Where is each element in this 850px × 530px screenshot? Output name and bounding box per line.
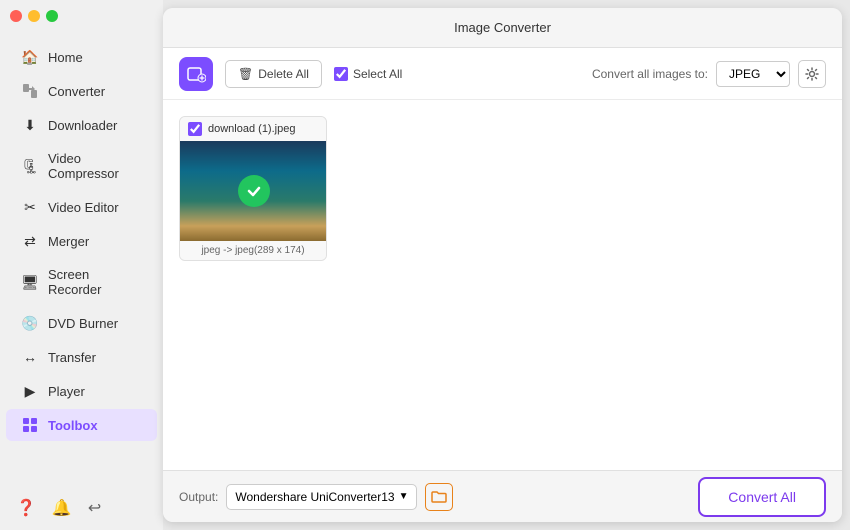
sidebar-label-merger: Merger: [48, 234, 89, 249]
sidebar-item-screen-recorder[interactable]: 🖥 Screen Recorder: [6, 259, 157, 305]
content-area: download (1).jpeg jpeg -> jpeg(289 x 174…: [163, 100, 842, 470]
notifications-icon[interactable]: 🔔: [52, 498, 72, 518]
minimize-button[interactable]: [28, 10, 40, 22]
main-panel: Image Converter 🗑 Delete All Select All …: [163, 8, 842, 522]
select-all-label[interactable]: Select All: [334, 67, 402, 81]
sidebar-item-video-compressor[interactable]: 🗜 Video Compressor: [6, 143, 157, 189]
sidebar-item-converter[interactable]: Converter: [6, 75, 157, 107]
output-path-text: Wondershare UniConverter13: [235, 490, 394, 504]
screen-recorder-icon: 🖥: [22, 274, 38, 290]
convert-all-button[interactable]: Convert All: [698, 477, 826, 517]
format-select[interactable]: JPEG PNG BMP TIFF WEBP: [716, 61, 790, 87]
sidebar-item-home[interactable]: 🏠 Home: [6, 41, 157, 73]
sidebar-bottom: ❓ 🔔 ↩: [0, 486, 163, 530]
settings-button[interactable]: [798, 60, 826, 88]
sidebar-item-merger[interactable]: ⇄ Merger: [6, 225, 157, 257]
image-filename: download (1).jpeg: [208, 123, 295, 135]
sidebar-item-dvd-burner[interactable]: 💿 DVD Burner: [6, 307, 157, 339]
delete-all-button[interactable]: 🗑 Delete All: [225, 60, 322, 88]
sidebar-label-toolbox: Toolbox: [48, 418, 98, 433]
sidebar-label-converter: Converter: [48, 84, 105, 99]
dvd-burner-icon: 💿: [22, 315, 38, 331]
add-image-button[interactable]: [179, 57, 213, 91]
convert-images-label: Convert all images to:: [592, 67, 708, 81]
sidebar-label-downloader: Downloader: [48, 118, 117, 133]
select-all-checkbox[interactable]: [334, 67, 348, 81]
merger-icon: ⇄: [22, 233, 38, 249]
toolbar-left: 🗑 Delete All Select All: [179, 57, 402, 91]
sidebar-item-transfer[interactable]: ↔ Transfer: [6, 341, 157, 373]
help-icon[interactable]: ❓: [16, 498, 36, 518]
delete-all-label: Delete All: [258, 67, 309, 81]
sidebar-label-player: Player: [48, 384, 85, 399]
image-card-footer: jpeg -> jpeg(289 x 174): [180, 241, 326, 260]
toolbar-right: Convert all images to: JPEG PNG BMP TIFF…: [592, 60, 826, 88]
titlebar: Image Converter: [163, 8, 842, 48]
sidebar-label-video-editor: Video Editor: [48, 200, 119, 215]
output-label: Output:: [179, 490, 218, 504]
downloader-icon: ⬇: [22, 117, 38, 133]
check-circle-icon: [238, 175, 270, 207]
footer: Output: Wondershare UniConverter13 ▼ Con…: [163, 470, 842, 522]
home-icon: 🏠: [22, 49, 38, 65]
trash-icon: 🗑: [238, 67, 253, 81]
image-preview: [180, 141, 327, 241]
sidebar-label-screen-recorder: Screen Recorder: [48, 267, 141, 297]
sidebar-label-video-compressor: Video Compressor: [48, 151, 141, 181]
sidebar-label-dvd-burner: DVD Burner: [48, 316, 118, 331]
output-path-select[interactable]: Wondershare UniConverter13 ▼: [226, 484, 417, 510]
feedback-icon[interactable]: ↩: [88, 498, 101, 518]
transfer-icon: ↔: [22, 349, 38, 365]
player-icon: ▶: [22, 383, 38, 399]
toolbox-icon: [22, 417, 38, 433]
convert-all-label: Convert All: [728, 489, 796, 505]
sidebar-item-downloader[interactable]: ⬇ Downloader: [6, 109, 157, 141]
image-card[interactable]: download (1).jpeg jpeg -> jpeg(289 x 174…: [179, 116, 327, 261]
chevron-down-icon: ▼: [399, 491, 409, 502]
image-card-header: download (1).jpeg: [180, 117, 326, 141]
converter-icon: [22, 83, 38, 99]
sidebar-item-player[interactable]: ▶ Player: [6, 375, 157, 407]
video-compressor-icon: 🗜: [22, 158, 38, 174]
close-button[interactable]: [10, 10, 22, 22]
sidebar-label-home: Home: [48, 50, 83, 65]
open-folder-button[interactable]: [425, 483, 453, 511]
sidebar-item-video-editor[interactable]: ✂ Video Editor: [6, 191, 157, 223]
toolbar: 🗑 Delete All Select All Convert all imag…: [163, 48, 842, 100]
sidebar-item-toolbox[interactable]: Toolbox: [6, 409, 157, 441]
maximize-button[interactable]: [46, 10, 58, 22]
image-checkbox[interactable]: [188, 122, 202, 136]
sidebar: 🏠 Home Converter ⬇ Downloader 🗜 Video Co…: [0, 0, 163, 530]
video-editor-icon: ✂: [22, 199, 38, 215]
sidebar-label-transfer: Transfer: [48, 350, 96, 365]
image-grid: download (1).jpeg jpeg -> jpeg(289 x 174…: [179, 116, 826, 261]
window-title: Image Converter: [454, 20, 551, 35]
select-all-text: Select All: [353, 67, 402, 81]
